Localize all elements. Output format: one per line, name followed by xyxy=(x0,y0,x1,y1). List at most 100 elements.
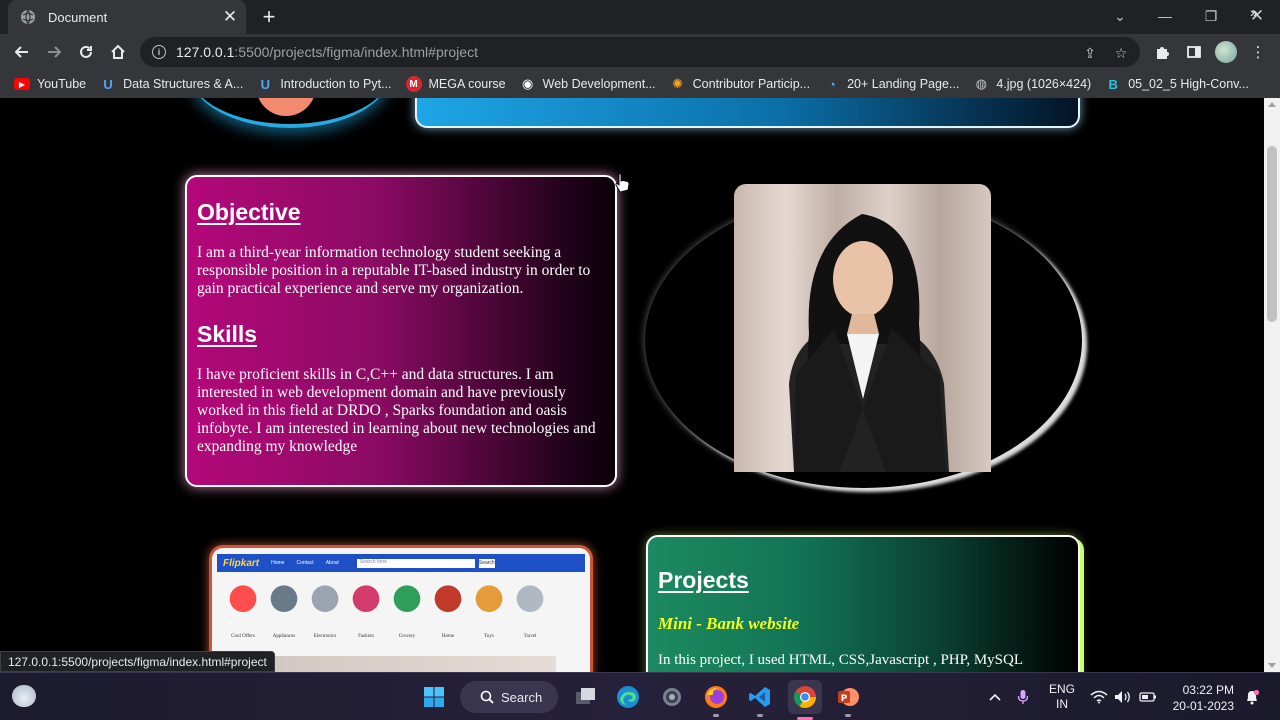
windows-start-icon[interactable] xyxy=(420,683,448,711)
bookmark-item[interactable]: ◔ 20+ Landing Page... xyxy=(824,76,959,92)
preview-product-label: Home xyxy=(441,634,455,639)
objective-heading: Objective xyxy=(197,199,301,225)
tray-overflow-chevron-icon[interactable] xyxy=(988,673,1002,720)
preview-product: Grocery xyxy=(390,578,424,639)
bookmark-label: MEGA course xyxy=(428,77,506,91)
bookmark-star-icon[interactable]: ☆ xyxy=(1112,44,1130,62)
tab-bar: Document ✕ + ⌄ — ❐ ✕ xyxy=(0,0,1280,34)
scrollbar-thumb[interactable] xyxy=(1267,146,1277,322)
site-info-icon[interactable]: i xyxy=(152,45,166,59)
taskbar-search[interactable]: Search xyxy=(460,681,558,713)
search-icon xyxy=(480,690,494,704)
notification-bell-icon[interactable] xyxy=(1244,673,1260,720)
preview-product: Electronics xyxy=(308,578,342,639)
scroll-down-icon[interactable] xyxy=(1268,663,1276,668)
wifi-icon[interactable] xyxy=(1090,673,1108,720)
preview-product: Travel xyxy=(513,578,547,639)
preview-product-image xyxy=(475,578,503,624)
svg-text:P: P xyxy=(841,694,848,704)
scroll-up-icon[interactable] xyxy=(1268,102,1276,107)
menu-kebab-icon[interactable]: ⋮ xyxy=(1248,42,1268,62)
region-code: IN xyxy=(1056,697,1068,711)
preview-product-image xyxy=(434,578,462,624)
preview-product-label: Appliances xyxy=(272,634,296,639)
close-tab-icon[interactable]: ✕ xyxy=(220,7,240,27)
task-view-icon[interactable] xyxy=(572,683,600,711)
volume-icon[interactable] xyxy=(1114,673,1132,720)
udemy-icon: U xyxy=(103,76,113,92)
tab-search-chevron-icon[interactable]: ⌄ xyxy=(1105,4,1135,28)
preview-nav-contact: Contact xyxy=(296,560,314,566)
bookmark-label: Contributor Particip... xyxy=(692,77,811,91)
bookmark-item[interactable]: ▶ YouTube xyxy=(14,77,86,91)
bookmark-item[interactable]: M MEGA course xyxy=(405,76,506,92)
powerpoint-icon[interactable]: P xyxy=(834,683,862,717)
tab-title: Document xyxy=(48,9,108,25)
preview-search-input: Search here xyxy=(356,558,475,568)
objective-text: I am a third-year information technology… xyxy=(197,244,591,297)
preview-product: Fashion xyxy=(349,578,383,639)
tab-document[interactable]: Document ✕ xyxy=(8,0,246,34)
minimize-icon[interactable]: — xyxy=(1150,4,1180,28)
bookmark-item[interactable]: U Data Structures & A... xyxy=(100,76,243,92)
youtube-icon: ▶ xyxy=(14,78,30,90)
mega-icon: M xyxy=(405,76,422,92)
bookmark-item[interactable]: ◍ 4.jpg (1026×424) xyxy=(973,76,1092,92)
preview-nav-about: About xyxy=(325,560,339,566)
new-tab-icon[interactable]: + xyxy=(258,4,280,29)
vscode-icon[interactable] xyxy=(746,683,774,717)
firefox-icon[interactable] xyxy=(702,683,730,717)
preview-product-label: Cool Offers xyxy=(231,634,255,639)
preview-product: Appliances xyxy=(267,578,301,639)
skills-heading: Skills xyxy=(197,321,258,347)
edge-browser-icon[interactable] xyxy=(614,683,642,711)
weather-widget-icon[interactable] xyxy=(12,685,36,707)
system-clock[interactable]: 03:22 PM 20-01-2023 xyxy=(1166,682,1234,714)
home-icon[interactable] xyxy=(106,40,130,64)
objective-skills-card: Objective I am a third-year information … xyxy=(185,175,617,487)
page-scrollbar[interactable] xyxy=(1264,98,1280,672)
bookmark-item[interactable]: ◉ Web Development... xyxy=(520,76,656,92)
bookmark-label: 05_02_5 High-Conv... xyxy=(1128,77,1249,91)
chrome-icon[interactable] xyxy=(788,680,822,720)
preview-product-image xyxy=(393,578,421,624)
back-icon[interactable] xyxy=(10,40,34,64)
profile-avatar[interactable] xyxy=(1215,41,1237,63)
share-icon[interactable]: ⇪ xyxy=(1081,44,1099,62)
browser-toolbar: i 127.0.0.1:5500/projects/figma/index.ht… xyxy=(0,34,1280,70)
preview-product-image xyxy=(516,578,544,624)
battery-icon[interactable] xyxy=(1139,673,1157,720)
taskbar-search-label: Search xyxy=(501,689,543,705)
projects-card: Projects Mini - Bank website In this pro… xyxy=(646,535,1080,672)
restore-icon[interactable]: ❐ xyxy=(1196,4,1226,28)
bookmark-item[interactable]: ✺ Contributor Particip... xyxy=(670,76,810,92)
preview-product-label: Grocery xyxy=(398,634,416,639)
preview-product-label: Travel xyxy=(523,634,537,639)
globe-icon xyxy=(20,9,36,25)
forward-icon[interactable] xyxy=(42,40,66,64)
side-panel-icon[interactable] xyxy=(1184,42,1204,62)
project-title: Mini - Bank website xyxy=(658,614,800,633)
input-language[interactable]: ENG IN xyxy=(1046,682,1078,712)
reload-icon[interactable] xyxy=(74,40,98,64)
globe-icon: ◍ xyxy=(975,76,987,91)
preview-navbar: Flipkart Home Contact About Search here … xyxy=(217,554,585,572)
bookmark-item[interactable]: B 05_02_5 High-Conv... xyxy=(1105,76,1249,92)
preview-product-image xyxy=(270,578,298,624)
preview-search-button: Search xyxy=(478,558,495,568)
windows-taskbar: Search P ENG IN 03:22 PM 20-01-2023 xyxy=(0,672,1280,720)
extensions-puzzle-icon[interactable] xyxy=(1152,42,1172,62)
settings-gear-icon[interactable] xyxy=(658,683,686,711)
bookmark-item[interactable]: U Introduction to Pyt... xyxy=(257,76,392,92)
bookmarks-overflow-icon[interactable]: » xyxy=(1250,4,1258,20)
page-viewport: Objective I am a third-year information … xyxy=(0,98,1264,672)
preview-product: Toys xyxy=(472,578,506,639)
preview-product-image xyxy=(229,578,257,624)
gear-icon: ✺ xyxy=(672,76,684,91)
clock-icon: ◔ xyxy=(828,76,836,92)
url-text: 127.0.0.1:5500/projects/figma/index.html… xyxy=(176,44,478,60)
web-icon: ◉ xyxy=(521,76,534,91)
bookmark-label: Data Structures & A... xyxy=(123,77,244,91)
microphone-icon[interactable] xyxy=(1017,673,1029,720)
address-bar[interactable]: i 127.0.0.1:5500/projects/figma/index.ht… xyxy=(140,37,1140,67)
